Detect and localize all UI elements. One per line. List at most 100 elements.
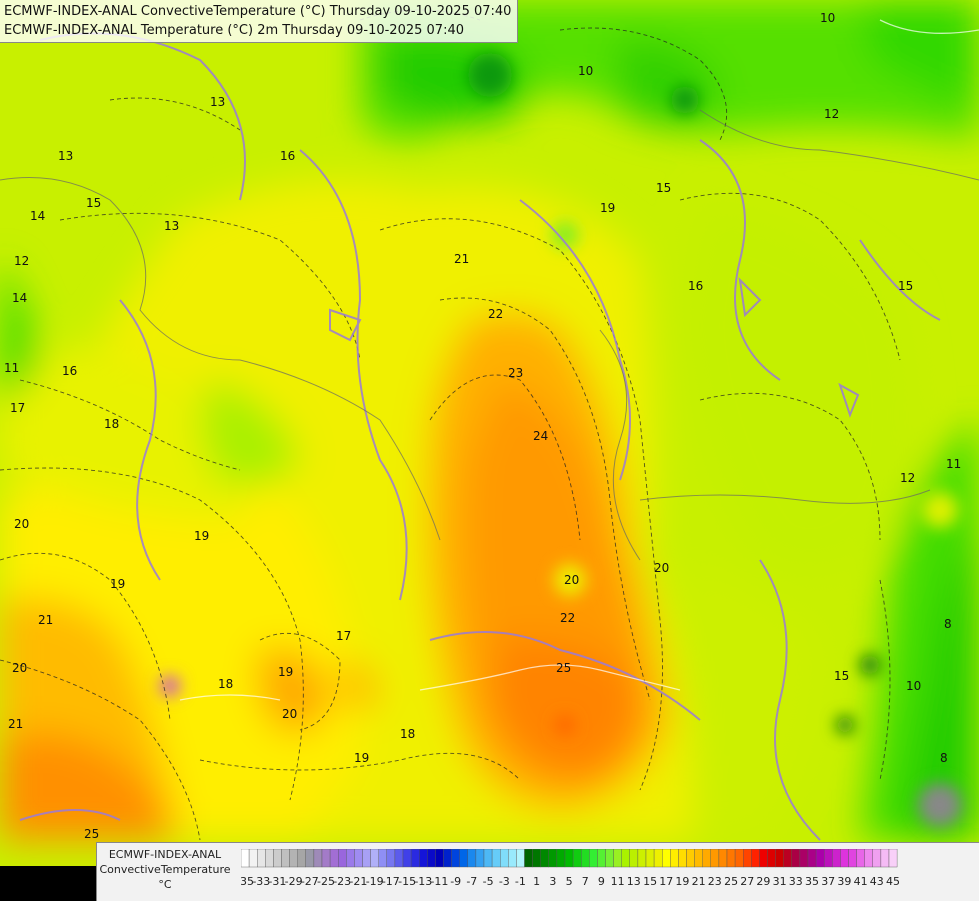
legend-swatch (572, 849, 582, 868)
legend-title-line2: ConvectiveTemperature (99, 863, 231, 876)
contour-label: 10 (906, 679, 921, 693)
legend-swatch (459, 849, 468, 868)
contour-label: 13 (164, 219, 179, 233)
legend-swatch (613, 849, 622, 868)
legend-tick-label: 3 (549, 875, 556, 888)
legend-swatch (418, 849, 428, 868)
legend-swatch (581, 849, 590, 868)
map-edge (0, 866, 96, 900)
contour-label: 17 (10, 401, 25, 415)
legend-tick-label: 7 (582, 875, 589, 888)
legend-tick-label: 37 (821, 875, 835, 888)
legend-swatch (589, 849, 598, 868)
contour-label: 20 (14, 517, 29, 531)
legend-swatch (427, 849, 436, 868)
legend-swatch (686, 849, 695, 868)
legend-tick-label: 9 (598, 875, 605, 888)
legend-swatch (532, 849, 541, 868)
contour-label: 15 (834, 669, 849, 683)
contour-label: 8 (940, 751, 948, 765)
legend-swatch (402, 849, 412, 868)
legend-swatch (726, 849, 736, 868)
legend-swatch (605, 849, 614, 868)
legend-swatch (346, 849, 355, 868)
legend-tick-label: -9 (450, 875, 461, 888)
contour-label: 20 (564, 573, 579, 587)
legend-swatch (556, 849, 566, 868)
legend-swatch (678, 849, 687, 868)
contour-label: 18 (104, 417, 119, 431)
contour-label: 20 (654, 561, 669, 575)
legend-swatch (824, 849, 833, 868)
legend-swatch (386, 849, 396, 868)
legend-tick-label: 45 (886, 875, 900, 888)
contour-label: 15 (656, 181, 671, 195)
contour-label: 13 (58, 149, 73, 163)
legend-tick-label: -11 (430, 875, 448, 888)
legend-tick-label: 23 (708, 875, 722, 888)
legend-swatch (516, 849, 525, 868)
legend-tick-label: -17 (382, 875, 400, 888)
contour-label: 18 (400, 727, 415, 741)
contour-label: 19 (110, 577, 125, 591)
legend-tick-label: 21 (692, 875, 706, 888)
legend-swatch (265, 849, 274, 868)
legend-tick-label: -3 (499, 875, 510, 888)
legend-swatch (864, 849, 874, 868)
legend-tick-label: 43 (870, 875, 884, 888)
contour-label: 12 (900, 471, 915, 485)
legend-swatch (281, 849, 290, 868)
legend-swatch (872, 849, 882, 868)
legend-tick-label: 41 (854, 875, 868, 888)
legend-swatch (540, 849, 550, 868)
legend-tick-label: -7 (466, 875, 477, 888)
legend-tick-label: 11 (611, 875, 625, 888)
contour-label: 10 (820, 11, 835, 25)
legend-swatch (775, 849, 784, 868)
legend-tick-label: 15 (643, 875, 657, 888)
contour-label: 21 (8, 717, 23, 731)
legend-swatch (564, 849, 574, 868)
contour-label: 23 (508, 366, 523, 380)
legend-swatch (783, 849, 793, 868)
legend-swatch (702, 849, 712, 868)
legend-swatch (500, 849, 509, 868)
legend-swatch (880, 849, 890, 868)
legend-tick-label: 1 (533, 875, 540, 888)
legend-swatch (370, 849, 379, 868)
legend-swatch (856, 849, 865, 868)
legend-swatch (815, 849, 825, 868)
legend-swatch (548, 849, 558, 868)
contour-label: 22 (488, 307, 503, 321)
legend-swatch (524, 849, 533, 868)
contour-label: 11 (946, 457, 961, 471)
contour-label: 20 (12, 661, 27, 675)
contour-label: 19 (600, 201, 615, 215)
legend-swatch (840, 849, 849, 868)
legend-swatch (662, 849, 671, 868)
legend-swatch (759, 849, 768, 868)
contour-label: 16 (62, 364, 77, 378)
legend-tick-label: 19 (675, 875, 689, 888)
contour-label: 22 (560, 611, 575, 625)
contour-label: 12 (824, 107, 839, 121)
legend-swatch (410, 849, 420, 868)
contour-label: 17 (336, 629, 351, 643)
contour-label: 14 (30, 209, 45, 223)
color-legend: ECMWF-INDEX-ANAL ConvectiveTemperature °… (96, 842, 979, 901)
legend-tick-label: -21 (349, 875, 367, 888)
contour-label: 24 (533, 429, 548, 443)
legend-swatch (394, 849, 404, 868)
legend-swatch (321, 849, 331, 868)
legend-tick-label: 35 (805, 875, 819, 888)
contour-label: 15 (86, 196, 101, 210)
legend-swatch (337, 849, 347, 868)
legend-swatch (751, 849, 760, 868)
legend-swatch (273, 849, 282, 868)
legend-tick-label: 27 (740, 875, 754, 888)
contour-label: 8 (944, 617, 952, 631)
legend-colorbar: -35-33-31-29-27-25-23-21-19-17-15-13-11-… (241, 849, 900, 888)
contour-label: 19 (354, 751, 369, 765)
contour-label: 10 (578, 64, 593, 78)
legend-tick-label: 25 (724, 875, 738, 888)
